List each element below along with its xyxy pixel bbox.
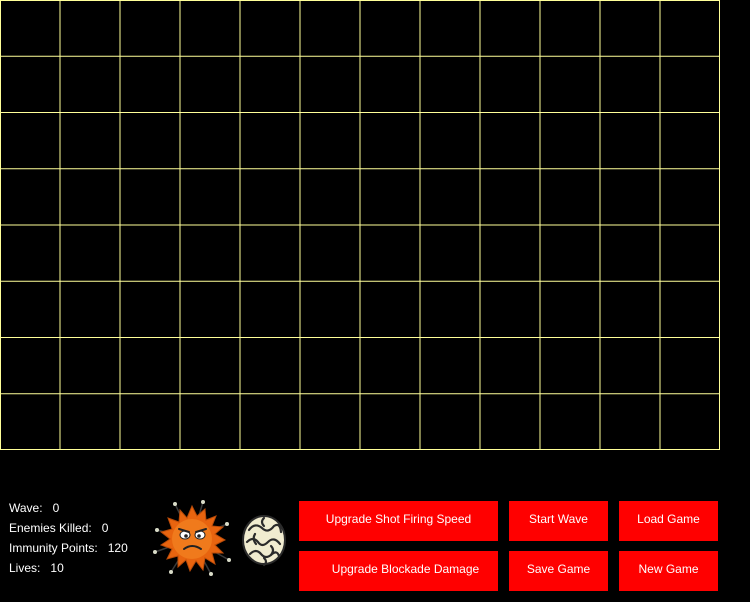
start-wave-label: Start Wave (529, 512, 588, 526)
start-wave-button[interactable]: Start Wave (509, 501, 608, 541)
upgrade-shot-speed-label: Upgrade Shot Firing Speed (325, 512, 472, 526)
blockade-tower-icon[interactable] (240, 512, 288, 568)
save-game-label: Save Game (526, 562, 591, 576)
load-game-label: Load Game (637, 512, 700, 526)
new-game-button[interactable]: New Game (619, 551, 718, 591)
enemies-killed-stat: Enemies Killed: 0 (9, 518, 128, 538)
board-grid (0, 0, 720, 450)
upgrade-blockade-damage-button[interactable]: Upgrade Blockade Damage (299, 551, 498, 591)
immunity-points-stat: Immunity Points: 120 (9, 538, 128, 558)
lives-stat: Lives: 10 (9, 558, 128, 578)
new-game-label: New Game (638, 562, 699, 576)
immunity-points-value: 120 (107, 541, 128, 555)
upgrade-blockade-damage-label: Upgrade Blockade Damage (331, 562, 480, 576)
lives-label: Lives: (9, 561, 41, 575)
wave-stat: Wave: 0 (9, 498, 128, 518)
immunity-points-label: Immunity Points: (9, 541, 98, 555)
enemies-killed-value: 0 (101, 521, 109, 535)
lives-value: 10 (50, 561, 64, 575)
wave-value: 0 (52, 501, 60, 515)
game-window: Wave: 0 Enemies Killed: 0 Immunity Point… (0, 0, 750, 602)
stats-panel: Wave: 0 Enemies Killed: 0 Immunity Point… (9, 498, 128, 578)
game-board[interactable] (0, 0, 720, 450)
upgrade-shot-speed-button[interactable]: Upgrade Shot Firing Speed (299, 501, 498, 541)
orange-virus-tower-icon[interactable] (151, 500, 233, 578)
wave-label: Wave: (9, 501, 43, 515)
enemies-killed-label: Enemies Killed: (9, 521, 92, 535)
save-game-button[interactable]: Save Game (509, 551, 608, 591)
load-game-button[interactable]: Load Game (619, 501, 718, 541)
